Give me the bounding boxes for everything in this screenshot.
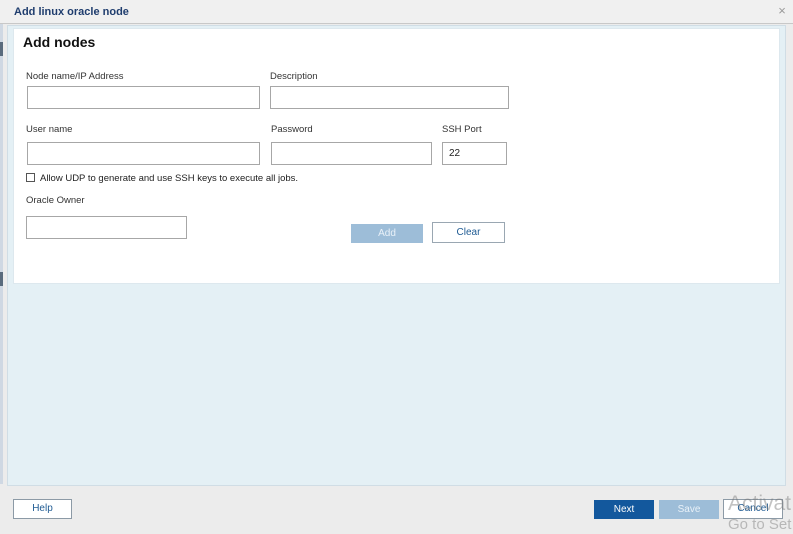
user-name-input[interactable] [27,142,260,165]
node-name-label: Node name/IP Address [26,71,124,82]
node-name-input[interactable] [27,86,260,109]
add-button[interactable]: Add [351,224,423,243]
ssh-port-input[interactable] [442,142,507,165]
add-nodes-panel: Add nodes Node name/IP Address Descripti… [13,28,780,284]
background-window-edge [0,24,3,484]
dialog-titlebar: Add linux oracle node × [0,0,793,24]
oracle-owner-input[interactable] [26,216,187,239]
close-icon[interactable]: × [775,4,789,18]
dialog-body: Add nodes Node name/IP Address Descripti… [7,25,786,486]
help-button[interactable]: Help [13,499,72,519]
cancel-button[interactable]: Cancel [723,499,783,519]
save-button[interactable]: Save [659,500,719,519]
next-button[interactable]: Next [594,500,654,519]
dialog-footer: Help Next Save Cancel [0,486,793,528]
password-label: Password [271,124,313,135]
dialog-title: Add linux oracle node [14,6,129,18]
description-label: Description [270,71,318,82]
edge-mark [0,272,3,286]
udp-ssh-keys-label: Allow UDP to generate and use SSH keys t… [40,173,299,184]
clear-button[interactable]: Clear [432,222,505,243]
oracle-owner-label: Oracle Owner [26,195,85,206]
password-input[interactable] [271,142,432,165]
user-name-label: User name [26,124,73,135]
panel-heading: Add nodes [23,34,96,50]
description-input[interactable] [270,86,509,109]
edge-mark [0,42,3,56]
udp-ssh-keys-checkbox[interactable] [26,173,35,182]
ssh-port-label: SSH Port [442,124,482,135]
